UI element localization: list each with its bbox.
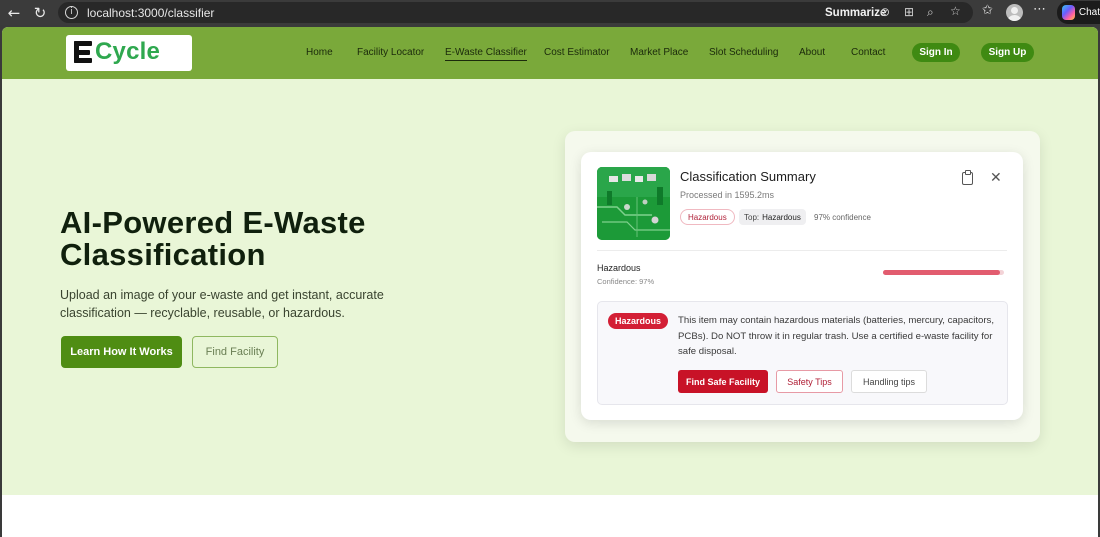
logo-text: Cycle <box>95 38 161 65</box>
zoom-icon[interactable]: ⌕ <box>927 5 934 20</box>
read-aloud-icon[interactable]: ⊘ <box>880 5 890 19</box>
hero-section: AI-Powered E-Waste Classification Upload… <box>2 79 1098 495</box>
sign-in-button[interactable]: Sign In <box>912 43 960 62</box>
uploaded-image-thumbnail <box>597 167 670 240</box>
nav-e-waste-classifier[interactable]: E-Waste Classifier <box>445 47 527 61</box>
nav-contact[interactable]: Contact <box>851 47 885 58</box>
find-facility-button[interactable]: Find Facility <box>192 336 278 368</box>
reload-icon[interactable]: ↻ <box>27 0 53 25</box>
copilot-button[interactable]: Chat <box>1057 1 1100 24</box>
address-bar[interactable]: i localhost:3000/classifier Summarize ⊘ … <box>58 2 973 23</box>
nav-facility-locator[interactable]: Facility Locator <box>357 47 424 58</box>
hazard-warning-box: Hazardous This item may contain hazardou… <box>597 301 1008 405</box>
url-text: localhost:3000/classifier <box>87 5 215 20</box>
confidence-text: 97% confidence <box>814 213 871 222</box>
hazard-warning-text: This item may contain hazardous material… <box>678 315 994 357</box>
summarize-button[interactable]: Summarize <box>825 7 886 19</box>
summary-title: Classification Summary <box>680 169 816 184</box>
confidence-bar-fill <box>883 270 1001 275</box>
hazardous-tag: Hazardous <box>680 209 735 225</box>
handling-tips-button[interactable]: Handling tips <box>851 370 927 393</box>
nav-home[interactable]: Home <box>306 47 333 58</box>
copilot-label: Chat <box>1078 7 1100 18</box>
browser-toolbar: ← ↻ i localhost:3000/classifier Summariz… <box>0 0 1100 25</box>
classification-summary-card: Classification Summary Processed in 1595… <box>581 152 1023 420</box>
copilot-icon <box>1062 5 1075 20</box>
profile-avatar[interactable] <box>1006 4 1023 21</box>
more-options-icon[interactable]: ⋯ <box>1033 2 1046 17</box>
apps-icon[interactable]: ⊞ <box>904 5 914 19</box>
nav-cost-estimator[interactable]: Cost Estimator <box>544 47 610 58</box>
processing-time: Processed in 1595.2ms <box>680 190 775 200</box>
hero-title: AI-Powered E-Waste Classification <box>60 205 366 272</box>
nav-slot-scheduling[interactable]: Slot Scheduling <box>709 47 779 58</box>
logo-mark-icon <box>74 41 94 63</box>
divider <box>597 250 1007 251</box>
safety-tips-button[interactable]: Safety Tips <box>776 370 843 393</box>
nav-market-place[interactable]: Market Place <box>630 47 688 58</box>
site-logo[interactable]: Cycle <box>66 35 192 71</box>
confidence-bar <box>883 270 1004 275</box>
top-class-value: Hazardous <box>762 212 801 222</box>
site-info-icon[interactable]: i <box>65 6 78 19</box>
favorite-star-icon[interactable]: ☆ <box>950 4 961 18</box>
classifier-panel: Classification Summary Processed in 1595… <box>565 131 1040 442</box>
hazard-badge: Hazardous <box>608 313 669 329</box>
page-viewport: Cycle Home Facility Locator E-Waste Clas… <box>2 27 1098 537</box>
top-class-tag: Top: Hazardous <box>739 209 806 225</box>
close-icon[interactable]: ✕ <box>990 170 1002 186</box>
content-below-hero <box>2 495 1098 537</box>
result-confidence: Confidence: 97% <box>597 277 655 286</box>
sign-up-button[interactable]: Sign Up <box>981 43 1034 62</box>
clipboard-icon[interactable] <box>962 170 973 185</box>
back-icon[interactable]: ← <box>1 0 27 25</box>
favorites-icon[interactable]: ✩ <box>982 3 993 18</box>
hero-subtitle: Upload an image of your e-waste and get … <box>60 288 384 320</box>
site-header: Cycle Home Facility Locator E-Waste Clas… <box>2 27 1098 79</box>
find-safe-facility-button[interactable]: Find Safe Facility <box>678 370 768 393</box>
nav-about[interactable]: About <box>799 47 825 58</box>
top-class-prefix: Top: <box>744 212 760 222</box>
result-label: Hazardous <box>597 263 641 273</box>
learn-how-button[interactable]: Learn How It Works <box>61 336 182 368</box>
